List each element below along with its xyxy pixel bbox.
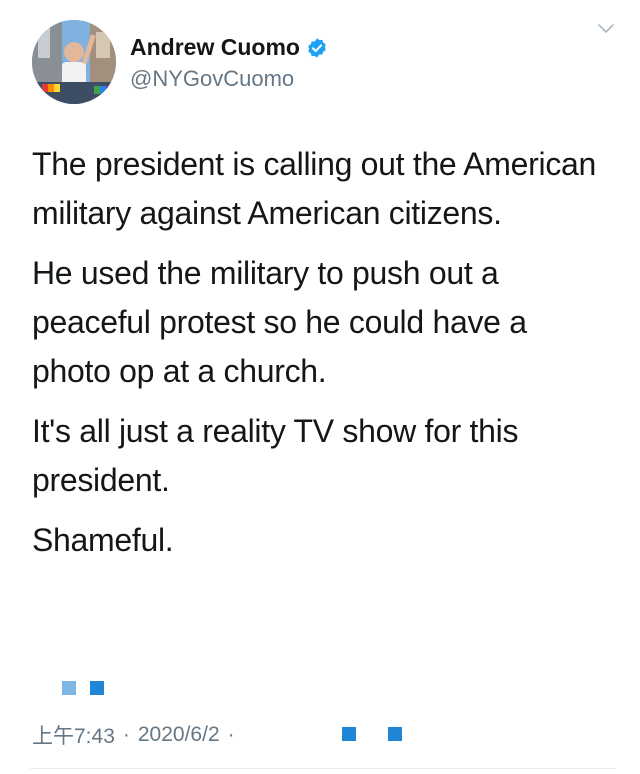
- chevron-down-icon[interactable]: [594, 16, 618, 40]
- redaction-mark: [62, 681, 76, 695]
- redaction-mark: [388, 727, 402, 741]
- tweet-paragraph: Shameful.: [32, 522, 174, 558]
- divider: [30, 768, 616, 769]
- user-name[interactable]: Andrew Cuomo: [130, 34, 300, 61]
- redaction-mark: [342, 727, 356, 741]
- tweet-header: Andrew Cuomo @NYGovCuomo: [32, 20, 622, 106]
- user-handle[interactable]: @NYGovCuomo: [130, 66, 294, 92]
- avatar-image: [32, 20, 116, 104]
- tweet-time[interactable]: 上午7:43: [32, 720, 115, 750]
- verified-badge-icon: [308, 37, 326, 58]
- tweet-date[interactable]: 2020/6/2: [138, 723, 220, 747]
- meta-redaction-marks: [342, 727, 402, 741]
- meta-separator: ·: [227, 723, 235, 746]
- tweet-paragraph: It's all just a reality TV show for this…: [32, 413, 519, 498]
- tweet-paragraph: He used the military to push out a peace…: [32, 255, 527, 389]
- tweet-card: Andrew Cuomo @NYGovCuomo The president i…: [0, 0, 640, 774]
- redaction-mark: [90, 681, 104, 695]
- tweet-paragraph: The president is calling out the America…: [32, 146, 597, 231]
- avatar[interactable]: [32, 20, 116, 104]
- tweet-meta: 上午7:43 · 2020/6/2 ·: [32, 720, 243, 750]
- tweet-text: The president is calling out the America…: [32, 140, 612, 576]
- user-name-row[interactable]: Andrew Cuomo: [130, 34, 328, 61]
- redaction-marks: [62, 681, 104, 695]
- meta-separator: ·: [122, 723, 130, 746]
